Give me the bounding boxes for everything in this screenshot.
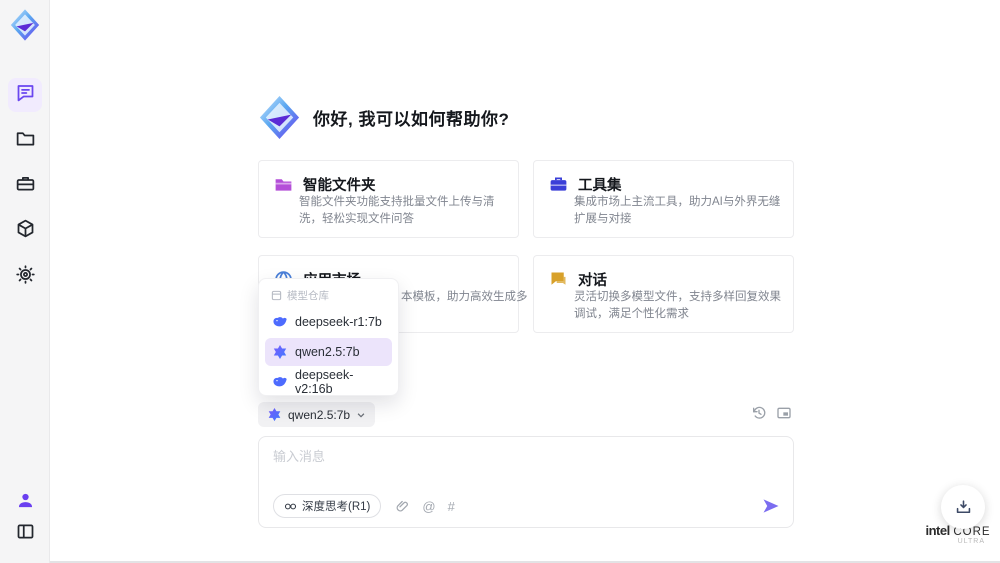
user-icon [15,490,36,516]
hash-icon[interactable]: # [448,500,455,513]
model-selector-label: qwen2.5:7b [288,407,351,422]
deep-think-toggle[interactable]: 深度思考(R1) [273,494,382,518]
card-description: 本模板，助力高效生成多 [401,291,528,303]
card-description: 集成市场上主流工具，助力AI与外界无缝扩展与对接 [574,196,781,225]
model-option-deepseek-v2[interactable]: deepseek-v2:16b [265,368,392,396]
intel-ultra-text: ULTRA [957,538,985,545]
toolset-icon [548,174,569,195]
sidebar-item-toolbox[interactable] [8,169,42,203]
model-dropdown-header-label: 模型仓库 [287,290,329,302]
card-title: 工具集 [578,178,622,194]
card-description: 智能文件夹功能支持批量文件上传与清洗，轻松实现文件问答 [299,196,495,225]
model-option-label: qwen2.5:7b [295,345,360,359]
model-dropdown: 模型仓库 deepseek-r1:7b qwen2.5:7b deepseek-… [258,278,399,396]
greeting: 你好, 我可以如何帮助你? [256,94,509,141]
cube-icon [15,218,36,244]
infinity-icon [284,503,297,509]
deep-think-label: 深度思考(R1) [302,501,371,513]
deepseek-icon [273,377,287,387]
repo-icon [271,290,282,301]
model-dropdown-header: 模型仓库 [265,285,392,308]
app-logo-icon [256,94,303,141]
download-icon [956,499,970,513]
sidebar-item-collapse[interactable] [8,517,42,551]
send-button[interactable] [761,496,781,516]
folder-icon [15,128,36,154]
model-selector[interactable]: qwen2.5:7b [258,402,376,427]
model-option-deepseek-r1[interactable]: deepseek-r1:7b [265,308,392,336]
sidebar-item-folders[interactable] [8,124,42,158]
at-icon[interactable]: @ [422,500,435,513]
input-toolbar: 深度思考(R1) @ # [273,494,781,518]
deepseek-icon [273,317,287,327]
sidebar-item-chat[interactable] [8,78,42,112]
dialog-icon [548,269,569,290]
briefcase-icon [15,173,36,199]
sidebar-item-account[interactable] [8,486,42,520]
greeting-title: 你好, 我可以如何帮助你? [313,110,510,129]
attachment-icon[interactable] [395,499,410,514]
card-title: 智能文件夹 [303,178,376,194]
intel-brand-text: intel [925,523,950,538]
chat-row-tools [751,405,792,421]
chat-bubble-icon [15,82,36,108]
download-button[interactable] [941,485,985,529]
panel-icon [15,521,36,547]
sidebar-item-settings[interactable] [8,260,42,294]
chat-input-panel: 深度思考(R1) @ # [258,436,794,528]
card-smart-folder[interactable]: 智能文件夹 智能文件夹功能支持批量文件上传与清洗，轻松实现文件问答 [258,160,519,238]
model-option-label: deepseek-r1:7b [295,315,382,329]
chevron-down-icon [357,412,365,418]
message-input[interactable] [273,446,733,486]
model-option-label: deepseek-v2:16b [295,368,354,396]
qwen-icon [273,345,287,359]
send-icon [763,499,779,513]
model-option-qwen[interactable]: qwen2.5:7b [265,338,392,366]
qwen-icon [268,407,281,422]
input-tools: @ # [395,499,455,514]
smart-folder-icon [273,174,294,195]
sidebar-item-models[interactable] [8,214,42,248]
sidebar [0,0,50,563]
card-description: 灵活切换多模型文件，支持多样回复效果调试，满足个性化需求 [574,291,781,320]
gear-icon [15,264,36,290]
mini-window-icon[interactable] [776,405,792,421]
card-toolset[interactable]: 工具集 集成市场上主流工具，助力AI与外界无缝扩展与对接 [533,160,794,238]
app-logo-icon [8,8,42,42]
card-dialog[interactable]: 对话 灵活切换多模型文件，支持多样回复效果调试，满足个性化需求 [533,255,794,333]
card-title: 对话 [578,273,607,289]
history-icon[interactable] [751,405,767,421]
